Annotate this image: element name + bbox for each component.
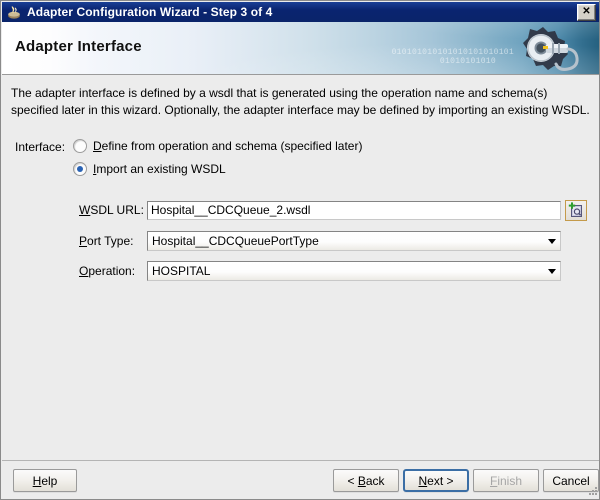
radio-label-rest: mport an existing WSDL: [96, 162, 226, 176]
mnemonic-letter: H: [32, 473, 42, 488]
wizard-banner: 010101010101010101010101 01010101010 Ada…: [2, 22, 599, 75]
port-type-label: Port Type:: [79, 234, 147, 248]
operation-label-rest: peration:: [88, 264, 136, 278]
back-button-rest: ack: [365, 473, 385, 488]
interface-option-group: Interface: Define from operation and sch…: [15, 139, 362, 176]
radio-group: Define from operation and schema (specif…: [73, 139, 362, 176]
radio-import-existing-wsdl[interactable]: Import an existing WSDL: [73, 162, 362, 176]
chevron-down-icon[interactable]: [544, 262, 560, 280]
page-description: The adapter interface is defined by a ws…: [11, 86, 590, 117]
operation-row: Operation: HOSPITAL: [79, 261, 561, 281]
binary-decoration: 010101010101010101010101 01010101010: [344, 48, 514, 66]
window-title: Adapter Configuration Wizard - Step 3 of…: [27, 5, 273, 19]
wsdl-url-label-rest: SDL URL:: [90, 203, 144, 217]
radio-label: Import an existing WSDL: [93, 162, 226, 176]
port-type-label-rest: ort Type:: [87, 234, 134, 248]
port-type-value: Hospital__CDCQueuePortType: [152, 234, 319, 248]
binary-row-2: 01010101010: [439, 57, 496, 66]
mnemonic-letter: D: [93, 139, 102, 153]
resize-grip-icon[interactable]: [586, 486, 598, 498]
wsdl-url-label: WSDL URL:: [79, 203, 147, 217]
port-type-row: Port Type: Hospital__CDCQueuePortType: [79, 231, 561, 251]
radio-indicator: [73, 139, 87, 153]
mnemonic-letter: O: [79, 264, 89, 278]
mnemonic-letter: N: [418, 473, 428, 488]
close-icon[interactable]: ✕: [577, 3, 596, 21]
operation-label: Operation:: [79, 264, 147, 278]
radio-label: Define from operation and schema (specif…: [93, 139, 362, 153]
port-type-select[interactable]: Hospital__CDCQueuePortType: [147, 231, 561, 251]
chevron-down-icon[interactable]: [544, 232, 560, 250]
page-title: Adapter Interface: [15, 38, 142, 55]
wsdl-url-input[interactable]: [147, 200, 561, 220]
finish-button-rest: inish: [497, 473, 523, 488]
help-button[interactable]: Help: [13, 469, 77, 492]
finish-button: Finish: [473, 469, 539, 492]
mnemonic-letter: P: [79, 234, 88, 248]
mnemonic-letter: B: [357, 473, 366, 488]
mnemonic-letter: W: [79, 203, 91, 217]
footer-button-bar: Help < Back Next > Finish Cancel: [2, 461, 599, 499]
browse-wsdl-icon[interactable]: [565, 199, 587, 221]
binary-row-1: 010101010101010101010101: [391, 48, 514, 57]
adapter-configuration-wizard-window: Adapter Configuration Wizard - Step 3 of…: [0, 0, 600, 500]
radio-label-rest: efine from operation and schema (specifi…: [101, 139, 363, 153]
gear-plug-icon: [523, 27, 579, 71]
wsdl-url-row: WSDL URL:: [79, 199, 587, 221]
operation-value: HOSPITAL: [152, 264, 211, 278]
next-button-rest: ext >: [427, 473, 454, 488]
radio-indicator: [73, 162, 87, 176]
interface-label: Interface:: [15, 140, 66, 154]
back-button[interactable]: < Back: [333, 469, 399, 492]
radio-define-from-operation[interactable]: Define from operation and schema (specif…: [73, 139, 362, 153]
mnemonic-letter: F: [489, 473, 498, 488]
operation-select[interactable]: HOSPITAL: [147, 261, 561, 281]
wizard-icon: [6, 4, 22, 20]
back-button-prefix: <: [347, 473, 358, 488]
title-bar: Adapter Configuration Wizard - Step 3 of…: [2, 2, 599, 22]
next-button[interactable]: Next >: [403, 469, 469, 492]
help-button-rest: elp: [41, 473, 58, 488]
